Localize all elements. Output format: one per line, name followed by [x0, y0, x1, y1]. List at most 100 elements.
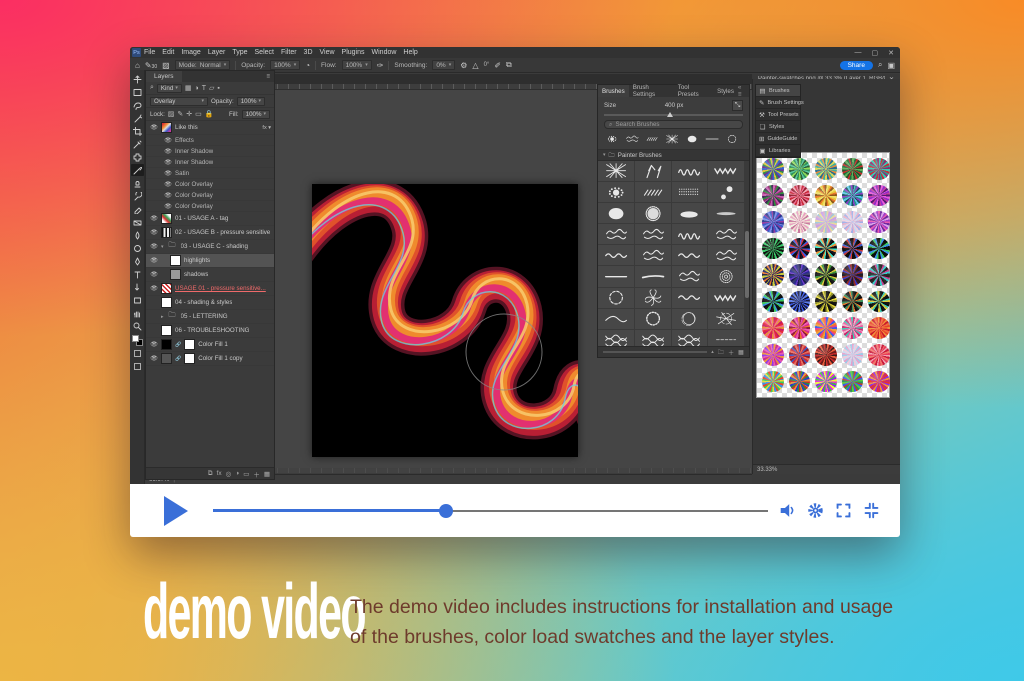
swatch-circle[interactable] [868, 158, 890, 180]
swatch-circle[interactable] [815, 344, 837, 366]
brush-preset-dense-icon[interactable] [635, 330, 672, 346]
filter-pixel-icon[interactable]: ▦ [185, 84, 192, 92]
filter-shape-icon[interactable]: ▱ [209, 84, 214, 92]
brush-grid-scrollbar[interactable] [745, 161, 749, 346]
layer-row[interactable]: 👁USAGE 01 - pressure sensitive... [146, 282, 274, 296]
layer-thumbnail[interactable] [161, 339, 172, 350]
layer-row[interactable]: 👁🔗Color Fill 1 copy [146, 352, 274, 366]
layer-row[interactable]: 👁02 - USAGE B - pressure sensitive [146, 226, 274, 240]
recent-brush-cluster-icon[interactable] [623, 132, 641, 146]
brush-preset-crosshatch-icon[interactable] [598, 161, 635, 182]
tab-brushes[interactable]: Brushes [598, 85, 629, 97]
visibility-eye-icon[interactable]: 👁 [150, 124, 158, 131]
volume-icon[interactable] [779, 502, 796, 519]
tool-hand-icon[interactable] [131, 307, 144, 319]
quick-mask-icon[interactable] [131, 347, 144, 359]
layer-thumbnail[interactable] [161, 297, 172, 308]
screen-mode-icon[interactable] [131, 360, 144, 372]
tab-brush-settings[interactable]: Brush Settings [629, 85, 674, 97]
visibility-eye-icon[interactable]: 👁 [164, 181, 172, 188]
menu-item-plugins[interactable]: Plugins [342, 49, 365, 56]
opacity-dropdown[interactable]: 100%▾ [270, 60, 300, 70]
brush-preset-dotring-icon[interactable] [598, 182, 635, 203]
tool-dodge-icon[interactable] [131, 242, 144, 254]
swatch-circle[interactable] [868, 264, 890, 286]
brush-preset-dotgrid-icon[interactable] [672, 182, 709, 203]
swatch-circle[interactable] [815, 238, 837, 260]
swatch-circle[interactable] [762, 291, 784, 313]
tool-history-brush-icon[interactable] [131, 190, 144, 202]
swatch-circle[interactable] [789, 158, 811, 180]
layer-effect-row[interactable]: 👁Satin [146, 168, 274, 179]
layer-thumbnail[interactable] [170, 269, 181, 280]
layers-panel-tab[interactable]: Layers [146, 71, 182, 82]
symmetry-icon[interactable]: ⧉ [506, 60, 512, 70]
home-icon[interactable]: ⌂ [135, 61, 140, 70]
filter-type-icon[interactable]: T [202, 85, 206, 92]
layer-effect-row[interactable]: 👁Color Overlay [146, 190, 274, 201]
brush-search-input[interactable]: ⌕ Search Brushes [604, 120, 743, 129]
foreground-background-swatches[interactable] [132, 335, 143, 346]
swatch-circle[interactable] [842, 371, 864, 393]
tool-gradient-icon[interactable] [131, 216, 144, 228]
swatch-circle[interactable] [842, 238, 864, 260]
menu-item-help[interactable]: Help [403, 49, 417, 56]
flow-dropdown[interactable]: 100%▾ [342, 60, 372, 70]
brush-preset-word-icon[interactable] [672, 224, 709, 245]
kind-filter-dropdown[interactable]: Kind▾ [157, 84, 182, 93]
brush-preset-dense-icon[interactable] [672, 330, 709, 346]
swatch-circle[interactable] [868, 185, 890, 207]
recent-brush-crosshatch-icon[interactable] [663, 132, 681, 146]
settings-gear-icon[interactable] [807, 502, 824, 519]
swatch-circle[interactable] [789, 371, 811, 393]
visibility-eye-icon[interactable]: 👁 [164, 148, 172, 155]
swatch-circle[interactable] [868, 238, 890, 260]
tool-marquee-icon[interactable] [131, 86, 144, 98]
brush-preset-cluster-icon[interactable] [635, 245, 672, 266]
visibility-eye-icon[interactable]: 👁 [164, 137, 172, 144]
visibility-eye-icon[interactable]: 👁 [150, 271, 158, 278]
mode-dropdown[interactable]: Mode:Normal▾ [175, 60, 231, 70]
layer-effect-row[interactable]: 👁Color Overlay [146, 179, 274, 190]
delete-brush-icon[interactable]: ▦ [738, 349, 744, 356]
lock-transparent-icon[interactable]: ▨ [168, 110, 175, 118]
lock-artboard-icon[interactable]: ▭ [195, 110, 202, 118]
layer-row[interactable]: 👁highlights [146, 254, 274, 268]
recent-brush-blob-icon[interactable] [683, 132, 701, 146]
swatch-circle[interactable] [762, 371, 784, 393]
artwork-canvas[interactable] [312, 184, 578, 457]
filter-adjustment-icon[interactable]: ◑ [194, 85, 198, 92]
visibility-eye-icon[interactable]: 👁 [150, 355, 158, 362]
brush-preset-taper-icon[interactable] [635, 266, 672, 287]
dock-button-guideguide[interactable]: ⊞GuideGuide [756, 133, 800, 145]
brush-preset-cluster-icon[interactable] [635, 224, 672, 245]
lock-all-icon[interactable]: 🔒 [205, 110, 214, 118]
layer-thumbnail[interactable] [161, 325, 172, 336]
swatch-circle[interactable] [842, 291, 864, 313]
layer-thumbnail[interactable] [161, 213, 172, 224]
layer-thumbnail[interactable] [161, 283, 172, 294]
brush-preset-zigzagdots-icon[interactable] [708, 288, 745, 309]
mask-icon[interactable]: ◎ [226, 470, 232, 478]
new-brush-group-icon[interactable]: 🗀 [718, 347, 724, 358]
layer-effect-row[interactable]: 👁Effects [146, 135, 274, 146]
group-icon[interactable]: ▭ [243, 470, 249, 478]
brush-preset-word-icon[interactable] [672, 161, 709, 182]
brush-preset-curve-icon[interactable] [598, 309, 635, 330]
brush-preset-textring-icon[interactable] [635, 309, 672, 330]
tool-move-icon[interactable] [131, 73, 144, 85]
tab-tool-presets[interactable]: Tool Presets [674, 85, 713, 97]
share-button[interactable]: Share [840, 61, 873, 70]
swatch-circle[interactable] [868, 291, 890, 313]
menu-item-3d[interactable]: 3D [304, 49, 313, 56]
blend-mode-dropdown[interactable]: Overlay▾ [150, 97, 208, 106]
dock-button-tool-presets[interactable]: ⚒Tool Presets [756, 109, 800, 121]
foreground-color-swatch[interactable] [132, 335, 139, 342]
menu-item-layer[interactable]: Layer [208, 49, 226, 56]
swatch-circle[interactable] [762, 317, 784, 339]
swatch-circle[interactable] [868, 317, 890, 339]
play-button[interactable] [164, 496, 188, 526]
dock-button-brushes[interactable]: ▤Brushes [756, 85, 800, 97]
airbrush-icon[interactable]: ✑ [377, 61, 384, 70]
layer-thumbnail[interactable] [161, 122, 172, 133]
